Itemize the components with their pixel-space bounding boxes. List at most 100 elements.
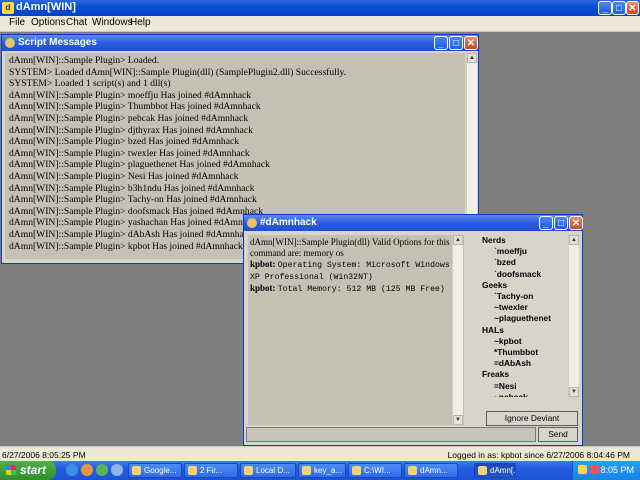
script-window-titlebar[interactable]: Script Messages _ □ ✕ <box>2 35 478 51</box>
app-title: dAmn[WIN] <box>16 1 76 13</box>
script-window-icon <box>5 38 15 48</box>
close-button[interactable]: ✕ <box>626 1 639 15</box>
user-group-label: HALs <box>482 324 504 335</box>
status-timestamp: 6/27/2006 8:05:25 PM <box>2 450 86 460</box>
tray-security-icon[interactable] <box>590 465 599 474</box>
user-list-item[interactable]: *Thumbbot <box>494 347 574 358</box>
log-line: dAmn[WIN]::Sample Plugin> Tachy-on Has j… <box>9 194 257 206</box>
scroll-up-icon[interactable]: ▲ <box>453 235 463 245</box>
menu-file[interactable]: File <box>9 17 25 28</box>
user-list-item[interactable]: =dAbAsh <box>494 358 574 369</box>
task-app-icon <box>408 466 417 475</box>
chat-message-text: Operating System: Microsoft Windows XP P… <box>250 261 450 282</box>
user-group-label: Freaks <box>482 369 510 380</box>
menu-help[interactable]: Help <box>130 17 151 28</box>
system-tray: 8:05 PM <box>572 461 640 480</box>
script-window-minimize-button[interactable]: _ <box>434 36 448 50</box>
taskbar-button[interactable]: C:\WI... <box>348 463 402 478</box>
user-list-item[interactable]: `moeffju <box>494 246 574 257</box>
chat-message-text: Total Memory: 512 MB (125 MB Free) <box>277 285 445 294</box>
chat-window-title: #dAmnhack <box>260 217 317 228</box>
task-app-icon <box>352 466 361 475</box>
taskbar-button[interactable]: dAmn... <box>404 463 458 478</box>
taskbar-button-label: dAmn[... <box>490 466 516 475</box>
taskbar: start Google... 2 Fir... Local D... key_a..… <box>0 461 640 480</box>
log-line: dAmn[WIN]::Sample Plugin> b3h1ndu Has jo… <box>9 182 255 194</box>
scroll-down-icon[interactable]: ▼ <box>453 415 463 425</box>
user-list: Nerds `moeffju `bzed `doofsmack Geeks `Tachy-… <box>480 235 574 397</box>
user-list-scrollbar[interactable]: ▲ ▼ <box>568 235 579 397</box>
user-list-item[interactable]: =Nesi <box>494 381 574 392</box>
maximize-button[interactable]: □ <box>612 1 626 15</box>
scroll-down-icon[interactable]: ▼ <box>569 387 579 397</box>
user-list-item[interactable]: ~plaguethenet <box>494 313 574 324</box>
start-button[interactable]: start <box>0 461 56 480</box>
windows-logo-icon <box>6 465 16 475</box>
taskbar-button[interactable]: Google... <box>128 463 182 478</box>
taskbar-button-label: key_a... <box>314 466 343 475</box>
taskbar-button[interactable]: key_a... <box>298 463 346 478</box>
script-window-close-button[interactable]: ✕ <box>464 36 478 50</box>
task-app-icon <box>188 466 197 475</box>
script-window-maximize-button[interactable]: □ <box>449 36 463 50</box>
status-bar: 6/27/2006 8:05:25 PM Logged in as: kpbot… <box>0 446 640 462</box>
menu-options[interactable]: Options <box>31 17 65 28</box>
tray-network-icon[interactable] <box>578 465 587 474</box>
log-line: dAmn[WIN]::Sample Plugin> bzed Has joine… <box>9 136 240 148</box>
start-label: start <box>20 463 47 477</box>
chat-nick: kpbot: <box>250 259 276 269</box>
chat-message: kpbot: Total Memory: 512 MB (125 MB Free… <box>250 283 462 295</box>
log-line: dAmn[WIN]::Sample Plugin> Loaded. <box>9 55 160 66</box>
task-app-icon <box>244 466 253 475</box>
chat-window-maximize-button[interactable]: □ <box>554 216 568 230</box>
task-app-icon <box>478 466 487 475</box>
ignore-deviant-button[interactable]: Ignore Deviant <box>486 411 578 426</box>
desktop-icon[interactable] <box>111 464 123 476</box>
log-line: dAmn[WIN]::Sample Plugin> pebcak Has joi… <box>9 112 249 124</box>
ie-icon[interactable] <box>66 464 78 476</box>
user-list-item[interactable]: `bzed <box>494 257 574 268</box>
user-group-label: Nerds <box>482 235 506 245</box>
taskbar-button[interactable]: dAmn[... <box>474 463 516 478</box>
chat-input[interactable] <box>246 427 536 442</box>
menu-chat[interactable]: Chat <box>66 17 87 28</box>
taskbar-button[interactable]: 2 Fir... <box>184 463 238 478</box>
app-titlebar[interactable]: d dAmn[WIN] _ □ ✕ <box>0 0 640 16</box>
log-line: dAmn[WIN]::Sample Plugin> Thumbbot Has j… <box>9 101 261 113</box>
chat-message-text: dAmn[WIN]::Sample Plugin(dll) Valid Opti… <box>250 237 450 258</box>
task-app-icon <box>132 466 141 475</box>
minimize-button[interactable]: _ <box>598 1 612 15</box>
log-line: dAmn[WIN]::Sample Plugin> plaguethenet H… <box>9 159 270 171</box>
taskbar-button-label: Local D... <box>256 466 290 475</box>
user-group-label: Geeks <box>482 279 508 290</box>
user-list-item[interactable]: ~pebcak <box>494 392 574 397</box>
scroll-up-icon[interactable]: ▲ <box>467 53 477 63</box>
menu-bar: File Options Chat Windows Help <box>0 16 640 32</box>
chat-log-scrollbar[interactable]: ▲ ▼ <box>452 235 463 425</box>
taskbar-button[interactable]: Local D... <box>240 463 296 478</box>
chat-window-close-button[interactable]: ✕ <box>569 216 583 230</box>
taskbar-button-label: dAmn... <box>420 466 448 475</box>
send-button[interactable]: Send <box>538 427 578 442</box>
log-line: dAmn[WIN]::Sample Plugin> djthyrax Has j… <box>9 124 253 136</box>
chat-window-icon <box>247 218 257 228</box>
user-list-item[interactable]: `doofsmack <box>494 269 574 280</box>
log-line: dAmn[WIN]::Sample Plugin> twexler Has jo… <box>9 147 250 159</box>
user-list-item[interactable]: ~kpbot <box>494 336 574 347</box>
user-list-item[interactable]: ~twexler <box>494 302 574 313</box>
chat-message: dAmn[WIN]::Sample Plugin(dll) Valid Opti… <box>250 237 462 259</box>
menu-windows[interactable]: Windows <box>92 17 133 28</box>
app-icon: d <box>2 2 14 14</box>
firefox-icon[interactable] <box>81 464 93 476</box>
clock: 8:05 PM <box>600 465 634 475</box>
chat-window: #dAmnhack _ □ ✕ dAmn[WIN]::Sample Plugin… <box>243 214 583 446</box>
script-window-title: Script Messages <box>18 37 97 48</box>
status-login-info: Logged in as: kpbot since 6/27/2006 8:04… <box>447 450 630 460</box>
media-icon[interactable] <box>96 464 108 476</box>
chat-window-minimize-button[interactable]: _ <box>539 216 553 230</box>
taskbar-button-label: Google... <box>144 466 177 475</box>
chat-window-titlebar[interactable]: #dAmnhack _ □ ✕ <box>244 215 583 231</box>
scroll-up-icon[interactable]: ▲ <box>569 235 579 245</box>
chat-nick: kpbot: <box>250 283 276 293</box>
user-list-item[interactable]: `Tachy-on <box>494 291 574 302</box>
